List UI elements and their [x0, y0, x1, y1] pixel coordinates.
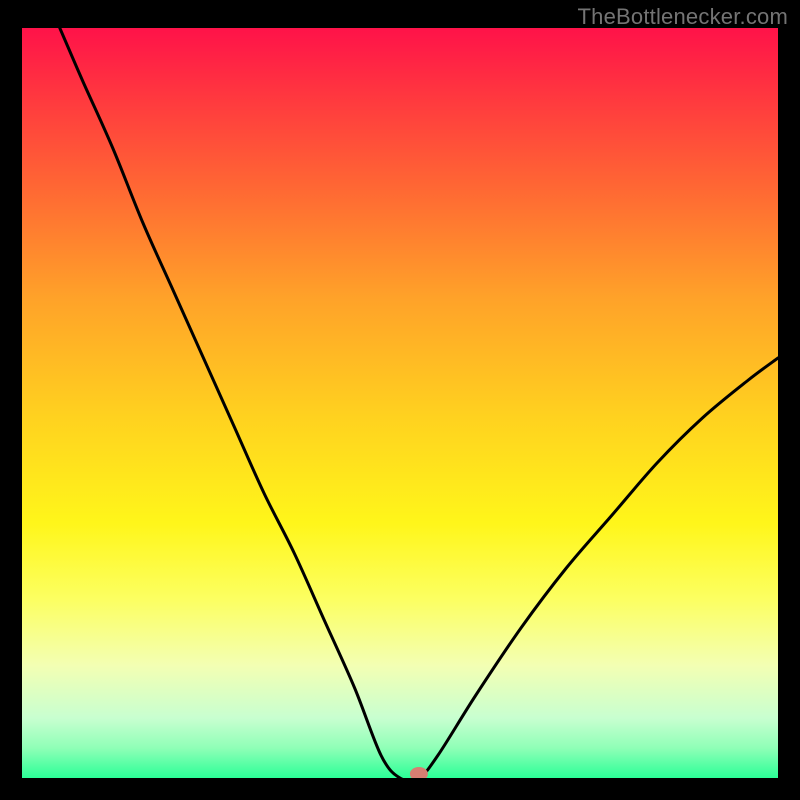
watermark-label: TheBottlenecker.com [578, 4, 788, 30]
plot-svg [22, 28, 778, 778]
optimal-point-marker [410, 767, 428, 778]
bottleneck-curve [60, 28, 778, 778]
chart-frame: TheBottlenecker.com [0, 0, 800, 800]
plot-area [22, 28, 778, 778]
